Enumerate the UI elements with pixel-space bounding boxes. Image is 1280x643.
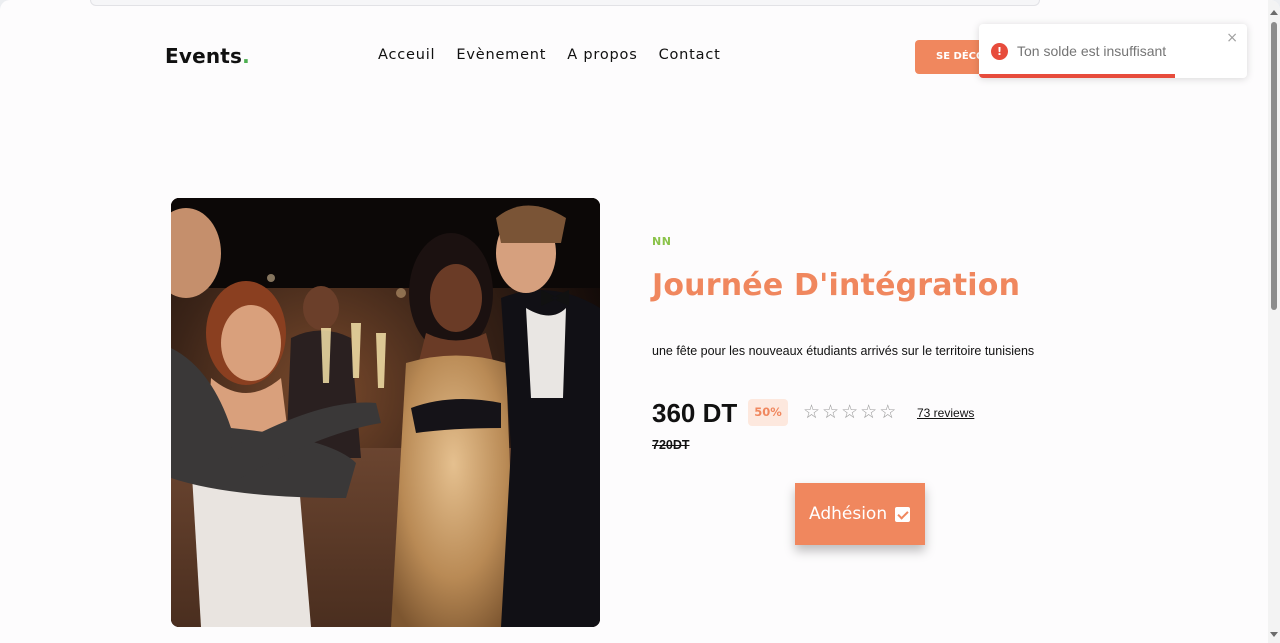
- event-price: 360 DT: [652, 398, 738, 428]
- nav-link-a-propos[interactable]: A propos: [567, 47, 637, 63]
- nav-link-contact[interactable]: Contact: [659, 47, 721, 63]
- old-price: 720DT: [652, 438, 690, 452]
- star-icon: ☆: [860, 401, 878, 423]
- discount-badge: 50%: [748, 399, 788, 426]
- scrollbar-thumb[interactable]: [1271, 22, 1277, 310]
- star-icon: ☆: [803, 401, 821, 423]
- logo-dot: .: [242, 44, 250, 68]
- party-photo: [171, 198, 600, 627]
- nav-link-evenement[interactable]: Evènement: [456, 47, 546, 63]
- event-title: Journée D'intégration: [652, 268, 1021, 303]
- error-toast: ! Ton solde est insuffisant ×: [979, 24, 1247, 78]
- rating-stars: ☆ ☆ ☆ ☆ ☆: [803, 402, 896, 422]
- event-image: [171, 198, 600, 627]
- star-icon: ☆: [879, 401, 897, 423]
- scroll-down-arrow-icon[interactable]: [1270, 632, 1278, 637]
- logo-text: Events: [165, 44, 243, 68]
- error-icon: !: [991, 43, 1008, 60]
- browser-chrome-edge: [90, 0, 1040, 6]
- star-icon: ☆: [822, 401, 840, 423]
- event-description: une fête pour les nouveaux étudiants arr…: [652, 344, 1035, 358]
- join-button[interactable]: Adhésion: [795, 483, 925, 545]
- check-square-icon: [895, 506, 911, 522]
- site-logo[interactable]: Events.: [165, 44, 250, 68]
- main-nav: Acceuil Evènement A propos Contact: [378, 47, 721, 63]
- scroll-up-arrow-icon[interactable]: [1270, 10, 1278, 15]
- event-organizer: NN: [652, 235, 672, 248]
- toast-progress-bar: [979, 74, 1175, 78]
- join-button-label: Adhésion: [809, 504, 888, 524]
- reviews-link[interactable]: 73 reviews: [917, 406, 974, 420]
- close-icon[interactable]: ×: [1226, 30, 1238, 46]
- nav-link-acceuil[interactable]: Acceuil: [378, 47, 435, 63]
- browser-window: Events. Acceuil Evènement A propos Conta…: [0, 0, 1280, 643]
- star-icon: ☆: [841, 401, 859, 423]
- vertical-scrollbar[interactable]: [1268, 0, 1280, 643]
- toast-message: Ton solde est insuffisant: [1017, 43, 1167, 59]
